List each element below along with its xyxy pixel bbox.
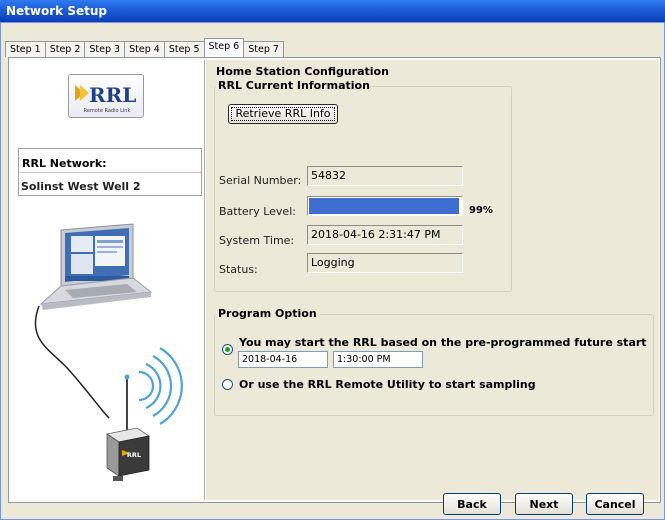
tab-panel: RRL Remote Radio Link RRL Network: Solin…	[8, 57, 661, 503]
network-name: Solinst West Well 2	[21, 180, 141, 193]
section-title: Home Station Configuration	[216, 65, 389, 78]
program-option-label: Program Option	[216, 307, 319, 320]
battery-level-label: Battery Level:	[219, 205, 296, 218]
battery-percent: 99%	[469, 205, 493, 216]
retrieve-rrl-info-button[interactable]: Retrieve RRL Info	[228, 104, 338, 124]
dialog-window: Step 1 Step 2 Step 3 Step 4 Step 5 Step …	[0, 22, 665, 520]
tab-step-1[interactable]: Step 1	[5, 41, 46, 57]
start-time-input[interactable]: 1:30:00 PM	[333, 351, 423, 368]
battery-level-bar	[307, 196, 463, 216]
tab-step-5[interactable]: Step 5	[163, 41, 205, 57]
remote-utility-label: Or use the RRL Remote Utility to start s…	[239, 378, 536, 391]
network-label: RRL Network:	[21, 157, 108, 170]
window-title-bar: Network Setup	[0, 0, 665, 22]
window-title: Network Setup	[6, 4, 107, 18]
system-time-field: 2018-04-16 2:31:47 PM	[307, 225, 463, 245]
tab-step-4[interactable]: Step 4	[124, 41, 165, 57]
serial-number-label: Serial Number:	[219, 174, 302, 187]
serial-number-field: 54832	[307, 166, 463, 186]
battery-level-fill	[309, 198, 460, 214]
tab-step-3[interactable]: Step 3	[84, 41, 126, 57]
option-remote-utility[interactable]: Or use the RRL Remote Utility to start s…	[222, 378, 536, 391]
configuration-panel: Home Station Configuration RRL Current I…	[206, 60, 659, 500]
laptop-rrl-illustration: RRL	[34, 223, 183, 481]
remote-utility-radio[interactable]	[222, 379, 233, 390]
logo-subtext: Remote Radio Link	[84, 108, 131, 114]
logo-text: RRL	[89, 83, 136, 107]
network-divider	[19, 172, 201, 173]
cancel-button[interactable]: Cancel	[586, 493, 644, 515]
left-info-panel: RRL Remote Radio Link RRL Network: Solin…	[11, 60, 205, 500]
tab-strip: Step 1 Step 2 Step 3 Step 4 Step 5 Step …	[5, 38, 284, 57]
future-start-radio[interactable]	[222, 343, 233, 355]
system-time-label: System Time:	[219, 234, 295, 247]
rrl-logo: RRL Remote Radio Link	[68, 74, 144, 118]
rrl-current-info-label: RRL Current Information	[216, 79, 372, 92]
tab-step-7[interactable]: Step 7	[243, 41, 284, 57]
next-button[interactable]: Next	[515, 493, 573, 515]
device-label: RRL	[127, 451, 141, 459]
tab-step-6[interactable]: Step 6	[203, 38, 245, 57]
tab-step-2[interactable]: Step 2	[44, 41, 86, 57]
status-label: Status:	[219, 263, 258, 276]
start-date-input[interactable]: 2018-04-16	[238, 351, 328, 368]
back-button[interactable]: Back	[443, 493, 501, 515]
status-field: Logging	[307, 253, 463, 273]
